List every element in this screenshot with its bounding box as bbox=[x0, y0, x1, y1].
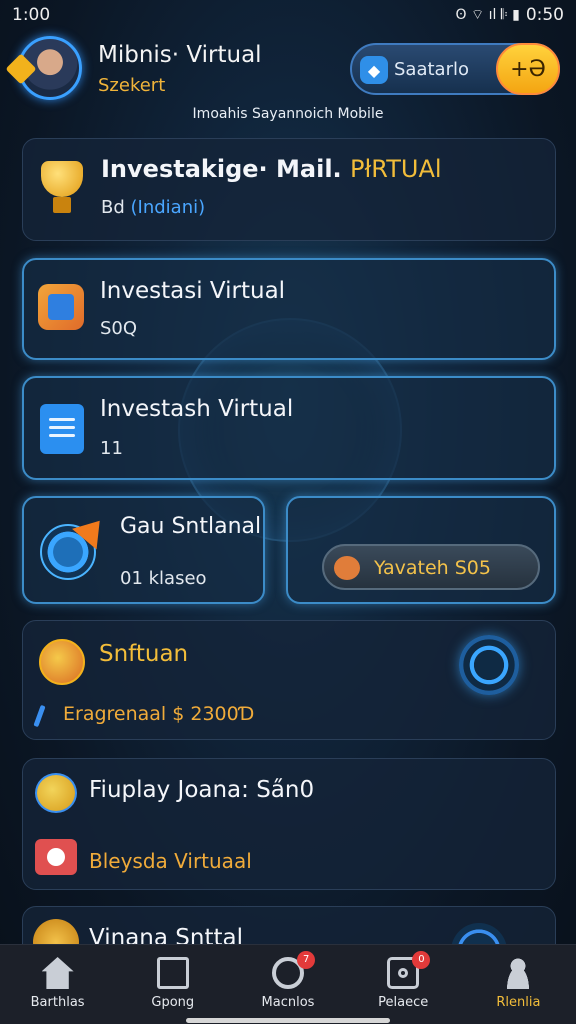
nav-label: Gpong bbox=[151, 995, 195, 1010]
status-icons: ʘ ⌔ ıl 𝄆 ▮ bbox=[455, 7, 520, 23]
trophy-icon bbox=[37, 153, 87, 217]
clipboard-icon bbox=[40, 404, 84, 454]
coin-icon bbox=[35, 773, 77, 813]
card-investment-mail[interactable]: Investakige· Mail. PłRTUAl Bd (Indiani) bbox=[22, 138, 556, 241]
home-indicator bbox=[186, 1018, 390, 1023]
swirl-icon[interactable] bbox=[459, 635, 519, 695]
notification-badge: 0 bbox=[412, 951, 431, 969]
card-title: Investash Virtual bbox=[100, 396, 294, 422]
yavateh-button[interactable]: Yavateh S05 bbox=[322, 544, 540, 590]
balance-label: Saatarlo bbox=[394, 59, 469, 80]
wallet-icon: ◆ bbox=[360, 56, 388, 84]
status-time-right: 0:50 bbox=[525, 5, 564, 25]
puzzle-icon bbox=[38, 284, 84, 330]
card-action: Yavateh S05 bbox=[286, 496, 556, 604]
nav-item-home[interactable]: Barthlas bbox=[0, 945, 115, 1024]
card-title: Investakige· Mail. bbox=[101, 155, 342, 183]
card-investash-virtual[interactable]: Investash Virtual 11 bbox=[22, 376, 556, 480]
profile-icon bbox=[502, 957, 535, 989]
card-value: Bd bbox=[101, 197, 125, 218]
add-coin-button[interactable]: +Ə bbox=[496, 43, 560, 95]
card-value: Eragrenaal $ 2300Ɗ bbox=[63, 703, 255, 725]
page-subtitle: Imoahis Sayannoich Mobile bbox=[192, 106, 384, 122]
card-title-accent: PłRTUAl bbox=[350, 155, 442, 183]
status-bar: 1:00 ʘ ⌔ ıl 𝄆 ▮ 0:50 bbox=[0, 0, 576, 30]
document-icon bbox=[156, 957, 189, 989]
header: Mibnis· Virtual Szekert ◆ Saatarlo +Ə bbox=[0, 30, 576, 110]
user-name: Mibnis· Virtual bbox=[98, 42, 262, 68]
home-icon bbox=[41, 957, 74, 989]
card-value: S0Q bbox=[100, 318, 138, 339]
card-investasi-virtual[interactable]: Investasi Virtual S0Q bbox=[22, 258, 556, 360]
notification-badge: 7 bbox=[297, 951, 316, 969]
card-title: Investasi Virtual bbox=[100, 278, 286, 304]
nav-label: Macnlos bbox=[261, 995, 315, 1010]
nav-item-profile[interactable]: Rlenlia bbox=[461, 945, 576, 1024]
card-title: Snftuan bbox=[99, 641, 189, 667]
star-creature-icon bbox=[334, 556, 360, 580]
bottom-nav: Barthlas Gpong 7 Macnlos 0 Pelaece Rlenl… bbox=[0, 944, 576, 1024]
balance-pill[interactable]: ◆ Saatarlo +Ə bbox=[350, 43, 560, 95]
globe-icon bbox=[39, 639, 85, 685]
pen-icon bbox=[33, 704, 46, 728]
avatar[interactable] bbox=[5, 36, 84, 102]
card-value: 11 bbox=[100, 438, 123, 459]
status-time-left: 1:00 bbox=[12, 5, 51, 25]
nav-item-gpong[interactable]: Gpong bbox=[115, 945, 230, 1024]
nav-item-pelaece[interactable]: 0 Pelaece bbox=[346, 945, 461, 1024]
card-value: Bleysda Virtuaal bbox=[89, 849, 252, 873]
card-gau-sntlanal[interactable]: Gau Sntlanal 01 klaseo bbox=[22, 496, 265, 604]
card-title: Gau Sntlanal bbox=[120, 514, 262, 539]
nav-label: Barthlas bbox=[30, 995, 85, 1010]
card-title: Fiuplay Joana: Sa̋n0 bbox=[89, 777, 315, 803]
camera-icon bbox=[35, 839, 77, 875]
card-value-link: (Indiani) bbox=[130, 197, 206, 218]
nav-item-macnlos[interactable]: 7 Macnlos bbox=[230, 945, 345, 1024]
nav-label: Rlenlia bbox=[496, 995, 541, 1010]
user-subtitle: Szekert bbox=[98, 75, 166, 96]
refresh-ring-icon bbox=[40, 510, 112, 580]
nav-label: Pelaece bbox=[378, 995, 429, 1010]
card-fiuplay[interactable]: Fiuplay Joana: Sa̋n0 Bleysda Virtuaal bbox=[22, 758, 556, 890]
card-value: 01 klaseo bbox=[120, 568, 207, 589]
card-snftuan[interactable]: Snftuan Eragrenaal $ 2300Ɗ bbox=[22, 620, 556, 740]
button-label: Yavateh S05 bbox=[374, 557, 491, 579]
